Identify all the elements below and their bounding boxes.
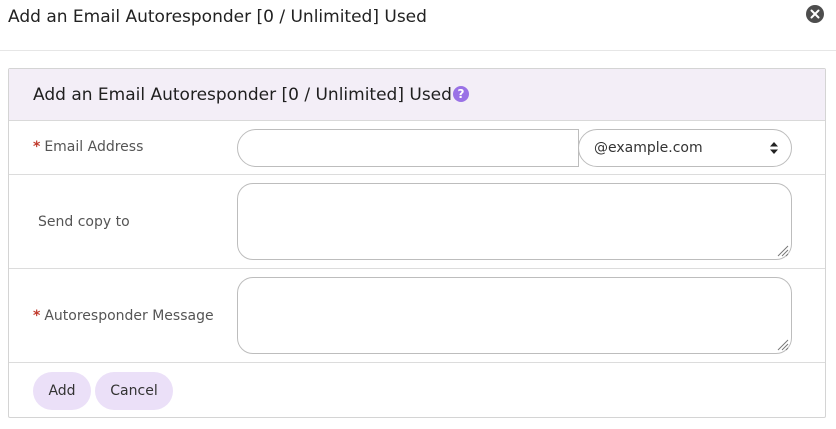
modal-header: Add an Email Autoresponder [0 / Unlimite… bbox=[0, 0, 836, 51]
panel-title: Add an Email Autoresponder [0 / Unlimite… bbox=[33, 85, 452, 105]
email-address-row: * Email Address @example.com bbox=[9, 121, 825, 175]
cancel-button[interactable]: Cancel bbox=[95, 372, 173, 410]
autoresponder-message-row: * Autoresponder Message bbox=[9, 269, 825, 363]
domain-select[interactable]: @example.com bbox=[578, 129, 792, 167]
email-address-label: * Email Address bbox=[33, 139, 143, 155]
close-icon bbox=[810, 9, 820, 19]
send-copy-label: Send copy to bbox=[38, 214, 130, 230]
autoresponder-form-panel: Add an Email Autoresponder [0 / Unlimite… bbox=[8, 68, 826, 418]
resize-grip-icon[interactable] bbox=[775, 243, 789, 257]
required-marker: * bbox=[33, 308, 41, 324]
email-address-input[interactable] bbox=[237, 129, 579, 167]
help-icon[interactable]: ? bbox=[453, 86, 469, 102]
add-button[interactable]: Add bbox=[33, 372, 91, 410]
email-address-label-text: Email Address bbox=[44, 139, 144, 155]
close-button[interactable] bbox=[806, 5, 824, 23]
modal-title: Add an Email Autoresponder [0 / Unlimite… bbox=[8, 7, 427, 27]
autoresponder-message-textarea[interactable] bbox=[237, 277, 792, 354]
autoresponder-message-label: * Autoresponder Message bbox=[33, 308, 214, 324]
resize-grip-icon[interactable] bbox=[775, 337, 789, 351]
sort-arrows-icon bbox=[770, 142, 778, 154]
required-marker: * bbox=[33, 139, 41, 155]
send-copy-textarea[interactable] bbox=[237, 183, 792, 260]
autoresponder-message-label-text: Autoresponder Message bbox=[44, 308, 214, 324]
panel-header: Add an Email Autoresponder [0 / Unlimite… bbox=[9, 69, 825, 121]
domain-select-value: @example.com bbox=[594, 140, 703, 156]
send-copy-row: Send copy to bbox=[9, 175, 825, 269]
